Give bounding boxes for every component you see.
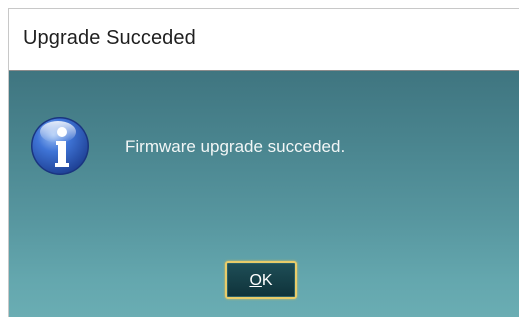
dialog-body: Firmware upgrade succeded. OK <box>9 71 519 317</box>
screen: Upgrade Succeded Firmware upgrade succed… <box>0 0 519 325</box>
dialog-message: Firmware upgrade succeded. <box>125 137 346 156</box>
title-bar[interactable]: Upgrade Succeded <box>9 9 519 71</box>
information-icon <box>29 115 91 177</box>
ok-button-mnemonic: O <box>249 271 262 289</box>
window-title: Upgrade Succeded <box>23 27 196 49</box>
ok-button[interactable]: OK <box>225 261 297 299</box>
upgrade-dialog-window: Upgrade Succeded Firmware upgrade succed… <box>8 8 519 317</box>
ok-button-label: K <box>261 271 273 289</box>
